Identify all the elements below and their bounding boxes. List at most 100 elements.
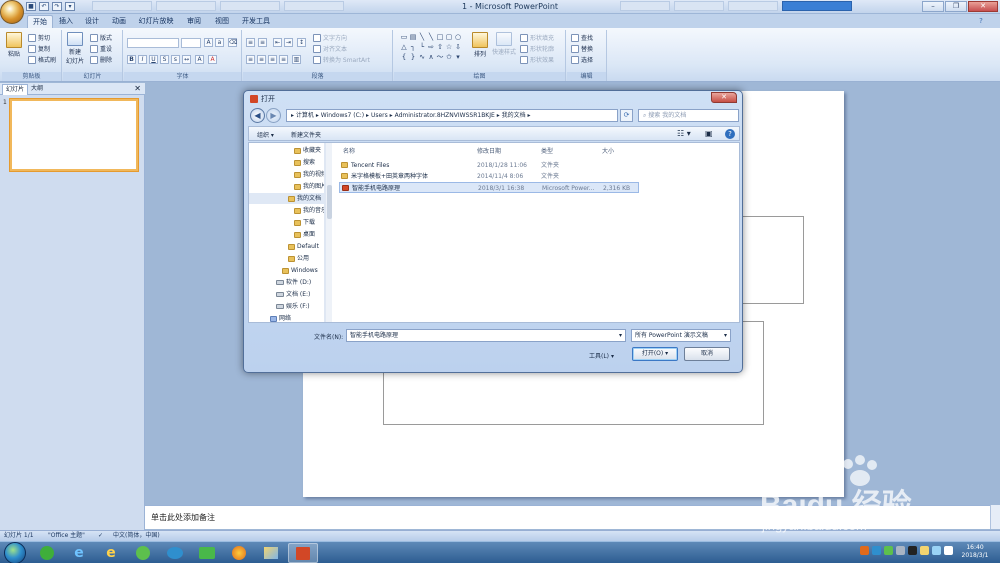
organize-button[interactable]: 组织 ▾: [257, 130, 274, 139]
underline-icon[interactable]: U: [149, 55, 158, 64]
align-left-icon[interactable]: ≡: [246, 55, 255, 64]
cancel-button[interactable]: 取消: [684, 347, 730, 361]
redo-icon[interactable]: ↷: [52, 2, 62, 11]
shape-curve-icon[interactable]: ∿: [418, 53, 426, 62]
tray-flag-icon[interactable]: [920, 546, 929, 555]
back-icon[interactable]: ◀: [250, 108, 265, 123]
shape-arrow2-icon[interactable]: ⇧: [436, 43, 444, 52]
shape-tri-icon[interactable]: △: [400, 43, 408, 52]
layout-button[interactable]: 版式: [90, 33, 112, 42]
tray-speaker-icon[interactable]: [944, 546, 953, 555]
file-row[interactable]: 智能手机电路原理 2018/3/1 16:38 Microsoft Power...…: [339, 182, 639, 193]
file-row[interactable]: Tencent Files 2018/1/28 11:06 文件夹: [339, 160, 639, 171]
clear-format-icon[interactable]: ⌫: [228, 38, 237, 47]
quick-styles-button[interactable]: 快速样式: [492, 32, 516, 56]
shapes-gallery[interactable]: ▭ ▤ ╲ ╲ □ ▢ ○ △ ┐ └ ⇨ ⇧ ☆ ⇩ {} ∿ ∧ 〜 ✩ ▾: [400, 33, 462, 69]
qat-customize-icon[interactable]: ▾: [65, 2, 75, 11]
tree-item[interactable]: 网络: [270, 313, 291, 322]
justify-icon[interactable]: ≡: [279, 55, 288, 64]
restore-icon[interactable]: ❐: [945, 1, 967, 12]
shape-line2-icon[interactable]: ╲: [427, 33, 435, 42]
taskbar-powerpoint-icon[interactable]: [288, 543, 318, 563]
shape-star2-icon[interactable]: ✩: [445, 53, 453, 62]
delete-button[interactable]: 删除: [90, 55, 112, 64]
cut-button[interactable]: 剪切: [28, 33, 50, 42]
tab-outline[interactable]: 大纲: [28, 84, 46, 95]
tree-item[interactable]: 软件 (D:): [276, 277, 311, 288]
shape-arrow-icon[interactable]: ⇨: [427, 43, 435, 52]
file-row[interactable]: 米字格模板+田英章两种字体 2014/11/4 8:06 文件夹: [339, 171, 639, 182]
align-right-icon[interactable]: ≡: [268, 55, 277, 64]
paste-button[interactable]: 粘贴: [6, 32, 22, 58]
taskbar-360-icon[interactable]: [32, 543, 62, 563]
shape-brace-icon[interactable]: {: [400, 53, 408, 62]
shape-elbow2-icon[interactable]: └: [418, 43, 426, 52]
close-pane-icon[interactable]: ✕: [134, 84, 141, 93]
tree-item[interactable]: Windows: [282, 265, 318, 276]
align-center-icon[interactable]: ≡: [257, 55, 266, 64]
font-size-select[interactable]: [181, 38, 201, 48]
tab-review[interactable]: 审阅: [181, 15, 207, 28]
select-button[interactable]: 选择: [571, 55, 593, 64]
search-input[interactable]: ⌕ 搜索 我的文档: [638, 109, 739, 122]
tab-slideshow[interactable]: 幻灯片放映: [133, 15, 179, 28]
shape-elbow-icon[interactable]: ┐: [409, 43, 417, 52]
spacing-icon[interactable]: ↔: [182, 55, 191, 64]
filename-input[interactable]: 智能手机电路原理 ▾: [346, 329, 626, 342]
undo-icon[interactable]: ↶: [39, 2, 49, 11]
tree-item[interactable]: 搜索: [294, 157, 315, 168]
shadow-icon[interactable]: s: [171, 55, 180, 64]
shape-star-icon[interactable]: ☆: [445, 43, 453, 52]
filename-dropdown-icon[interactable]: ▾: [619, 330, 622, 341]
replace-button[interactable]: 替换: [571, 44, 593, 53]
tree-scroll-thumb[interactable]: [327, 185, 332, 219]
shape-rect2-icon[interactable]: □: [436, 33, 444, 42]
text-direction-button[interactable]: 文字方向: [313, 33, 347, 42]
new-slide-button[interactable]: 新建 幻灯片: [66, 32, 84, 65]
taskbar-explorer-icon[interactable]: [160, 543, 190, 563]
tree-item[interactable]: 我的图片: [294, 181, 324, 192]
view-options-icon[interactable]: ☷ ▾: [677, 129, 691, 138]
tree-item[interactable]: 文档 (E:): [276, 289, 310, 300]
case-icon[interactable]: A: [195, 55, 204, 64]
taskbar-paint-icon[interactable]: [256, 543, 286, 563]
help-icon[interactable]: ?: [975, 15, 987, 28]
shape-wave-icon[interactable]: 〜: [436, 53, 444, 62]
shape-fill-button[interactable]: 形状填充: [520, 33, 554, 42]
reset-button[interactable]: 重设: [90, 44, 112, 53]
italic-icon[interactable]: I: [138, 55, 147, 64]
shape-oval-icon[interactable]: ○: [454, 33, 462, 42]
arrange-button[interactable]: 排列: [472, 32, 488, 58]
shape-effects-button[interactable]: 形状效果: [520, 55, 554, 64]
tree-scrollbar[interactable]: [325, 143, 332, 322]
tree-item[interactable]: 娱乐 (F:): [276, 301, 310, 312]
font-color-icon[interactable]: A: [208, 55, 217, 64]
copy-button[interactable]: 复制: [28, 44, 50, 53]
strike-icon[interactable]: S: [160, 55, 169, 64]
taskbar-firefox-icon[interactable]: [224, 543, 254, 563]
start-orb-icon[interactable]: [4, 542, 26, 563]
shrink-font-icon[interactable]: a: [215, 38, 224, 47]
tab-slides[interactable]: 幻灯片: [2, 84, 29, 95]
tree-item[interactable]: 下载: [294, 217, 315, 228]
spell-check-icon[interactable]: ✓: [98, 531, 103, 541]
tab-developer[interactable]: 开发工具: [238, 15, 274, 28]
shape-round-icon[interactable]: ▢: [445, 33, 453, 42]
tree-item[interactable]: 公用: [288, 253, 309, 264]
tray-network-icon[interactable]: [896, 546, 905, 555]
tray-volume-icon[interactable]: [932, 546, 941, 555]
save-icon[interactable]: ■: [26, 2, 36, 11]
find-button[interactable]: 查找: [571, 33, 593, 42]
columns-icon[interactable]: ▥: [292, 55, 301, 64]
tree-item[interactable]: 我的视频: [294, 169, 324, 180]
decrease-indent-icon[interactable]: ⇤: [273, 38, 282, 47]
refresh-icon[interactable]: ⟳: [620, 109, 633, 122]
notes-scrollbar[interactable]: [990, 505, 1000, 529]
open-button[interactable]: 打开(O) ▾: [632, 347, 678, 361]
address-bar[interactable]: ▸ 计算机 ▸ Windows7 (C:) ▸ Users ▸ Administ…: [286, 109, 618, 122]
tray-app3-icon[interactable]: [884, 546, 893, 555]
shape-more-icon[interactable]: ▾: [454, 53, 462, 62]
tray-app-icon[interactable]: [860, 546, 869, 555]
tools-menu[interactable]: 工具(L) ▾: [589, 351, 614, 360]
tree-item[interactable]: 桌面: [294, 229, 315, 240]
